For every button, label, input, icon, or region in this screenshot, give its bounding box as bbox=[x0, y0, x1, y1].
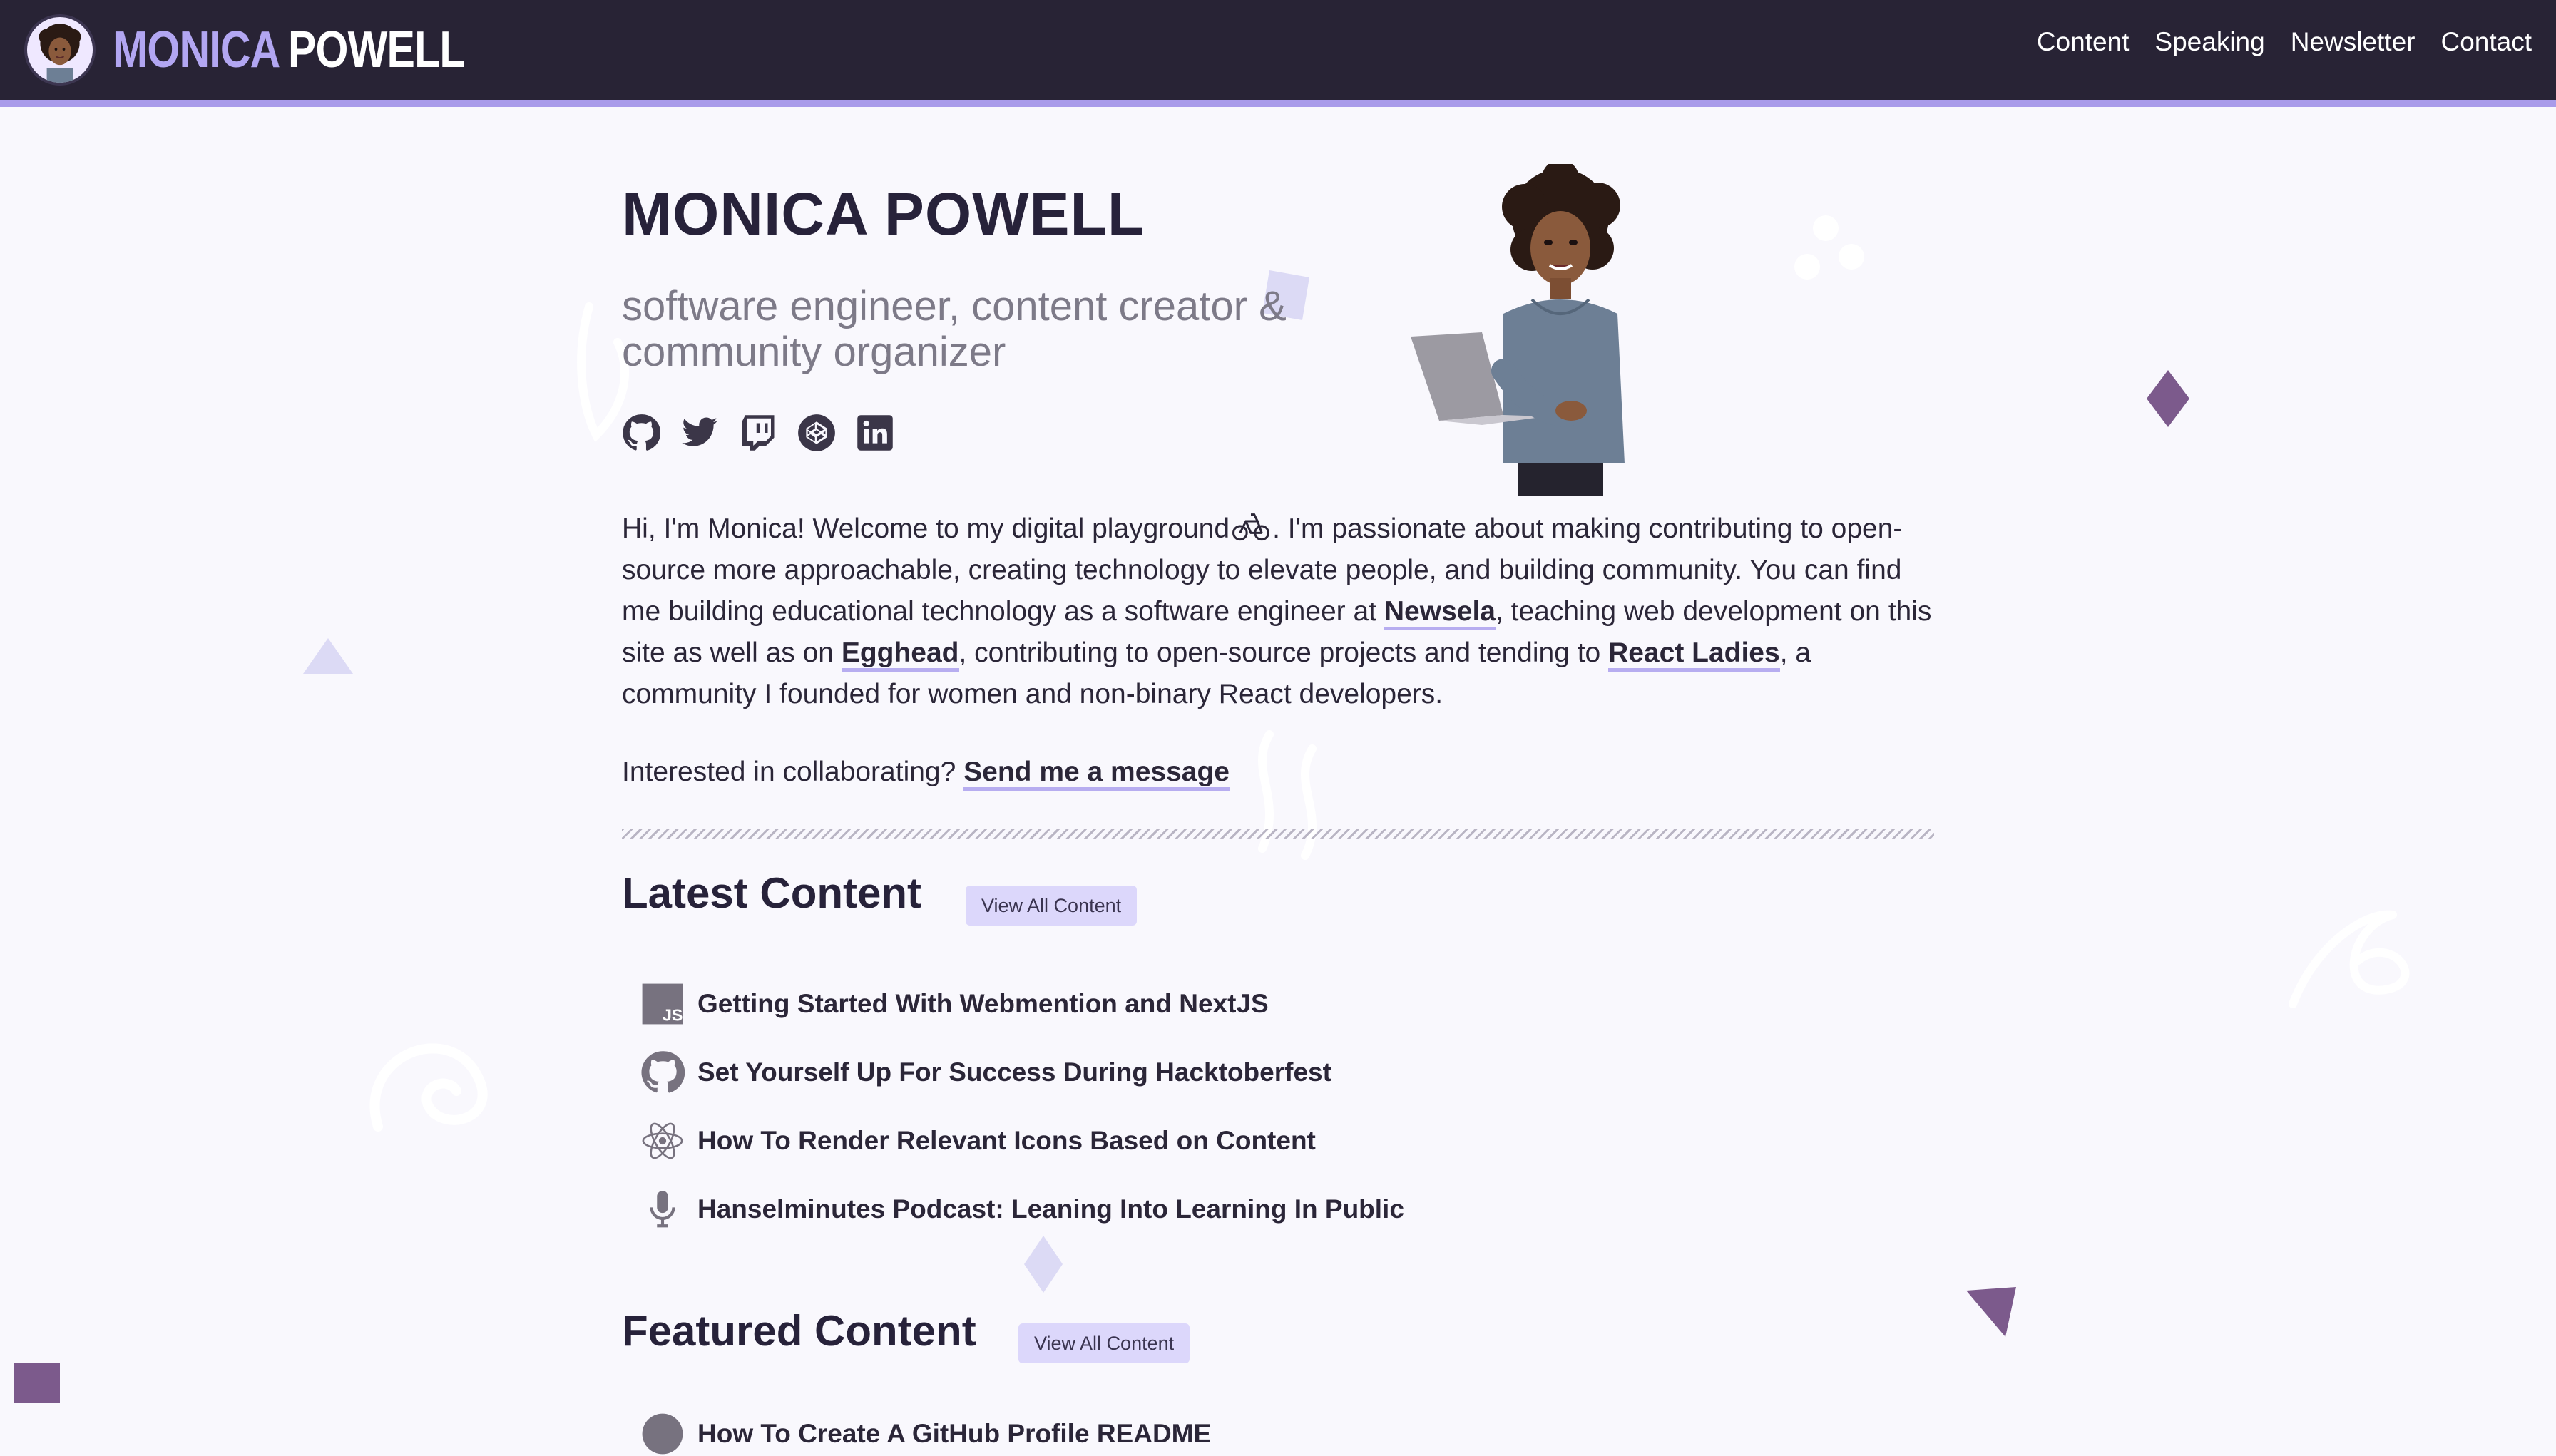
site-header: MONICA POWELL Content Speaking Newsletter… bbox=[0, 0, 2556, 107]
collab-text: Interested in collaborating? bbox=[622, 757, 964, 787]
latest-item-link[interactable]: Set Yourself Up For Success During Hackt… bbox=[697, 1057, 1331, 1087]
brand-last-name: POWELL bbox=[287, 21, 465, 78]
latest-item-link[interactable]: How To Render Relevant Icons Based on Co… bbox=[697, 1126, 1316, 1156]
square-decoration bbox=[14, 1363, 60, 1403]
intro-text-1: Hi, I'm Monica! Welcome to my digital pl… bbox=[622, 513, 1230, 544]
latest-content-list: JS Getting Started With Webmention and N… bbox=[640, 970, 1404, 1244]
social-links bbox=[622, 414, 894, 452]
microphone-icon bbox=[650, 1191, 675, 1228]
list-item: How To Render Relevant Icons Based on Co… bbox=[640, 1107, 1404, 1175]
linkedin-icon[interactable] bbox=[856, 414, 894, 452]
send-message-link[interactable]: Send me a message bbox=[963, 757, 1230, 791]
latest-item-link[interactable]: Getting Started With Webmention and Next… bbox=[697, 989, 1269, 1019]
brand-link[interactable]: MONICA POWELL bbox=[24, 7, 542, 93]
featured-item-partial: How To Create A GitHub Profile README bbox=[640, 1412, 1211, 1456]
triangle-decoration bbox=[303, 638, 353, 674]
nav-contact[interactable]: Contact bbox=[2440, 27, 2532, 57]
github-icon[interactable] bbox=[622, 414, 661, 452]
egghead-link[interactable]: Egghead bbox=[841, 637, 959, 672]
nav-speaking[interactable]: Speaking bbox=[2154, 27, 2264, 57]
latest-content-heading: Latest Content bbox=[622, 869, 921, 917]
page-subtitle: software engineer, content creator & com… bbox=[622, 283, 1287, 375]
list-item: Set Yourself Up For Success During Hackt… bbox=[640, 1038, 1404, 1107]
intro-paragraph: Hi, I'm Monica! Welcome to my digital pl… bbox=[622, 506, 1941, 715]
list-item: JS Getting Started With Webmention and N… bbox=[640, 970, 1404, 1038]
diamond-decoration bbox=[2147, 370, 2189, 427]
newsela-link[interactable]: Newsela bbox=[1384, 596, 1496, 630]
github-icon bbox=[641, 1051, 685, 1093]
nav-content[interactable]: Content bbox=[2037, 27, 2130, 57]
view-all-latest-button[interactable]: View All Content bbox=[966, 886, 1138, 926]
spiral-decoration bbox=[369, 1043, 488, 1132]
featured-content-heading: Featured Content bbox=[622, 1307, 976, 1355]
list-item: Hanselminutes Podcast: Leaning Into Lear… bbox=[640, 1175, 1404, 1244]
svg-text:JS: JS bbox=[663, 1005, 683, 1024]
page-title: MONICA POWELL bbox=[622, 180, 1145, 247]
react-ladies-link[interactable]: React Ladies bbox=[1608, 637, 1780, 672]
section-divider bbox=[622, 829, 1934, 839]
wave-decoration bbox=[1258, 730, 1317, 860]
main-nav: Content Speaking Newsletter Contact bbox=[2037, 27, 2532, 57]
twitter-icon[interactable] bbox=[680, 414, 719, 452]
view-all-featured-button[interactable]: View All Content bbox=[1018, 1323, 1190, 1363]
react-icon bbox=[642, 1122, 683, 1159]
squiggle-decoration bbox=[2289, 910, 2410, 1008]
avatar bbox=[24, 14, 96, 86]
intro-text-4: , contributing to open-source projects a… bbox=[959, 637, 1609, 668]
profile-illustration bbox=[1411, 164, 1625, 496]
avatar-illustration bbox=[39, 24, 81, 83]
brand-first-name: MONICA bbox=[113, 21, 280, 78]
twitch-icon[interactable] bbox=[739, 414, 777, 452]
latest-item-link[interactable]: Hanselminutes Podcast: Leaning Into Lear… bbox=[697, 1194, 1404, 1224]
collab-line: Interested in collaborating? Send me a m… bbox=[622, 752, 1230, 793]
dots-decoration bbox=[1794, 215, 1864, 280]
github-icon bbox=[642, 1413, 683, 1455]
featured-item-link[interactable]: How To Create A GitHub Profile README bbox=[697, 1419, 1211, 1449]
codepen-icon[interactable] bbox=[797, 414, 836, 452]
bicycle-icon bbox=[1232, 513, 1270, 541]
triangle-dark-decoration bbox=[1966, 1287, 2016, 1337]
nav-newsletter[interactable]: Newsletter bbox=[2291, 27, 2416, 57]
javascript-icon: JS bbox=[642, 983, 683, 1025]
brand-name: MONICA POWELL bbox=[113, 21, 465, 79]
